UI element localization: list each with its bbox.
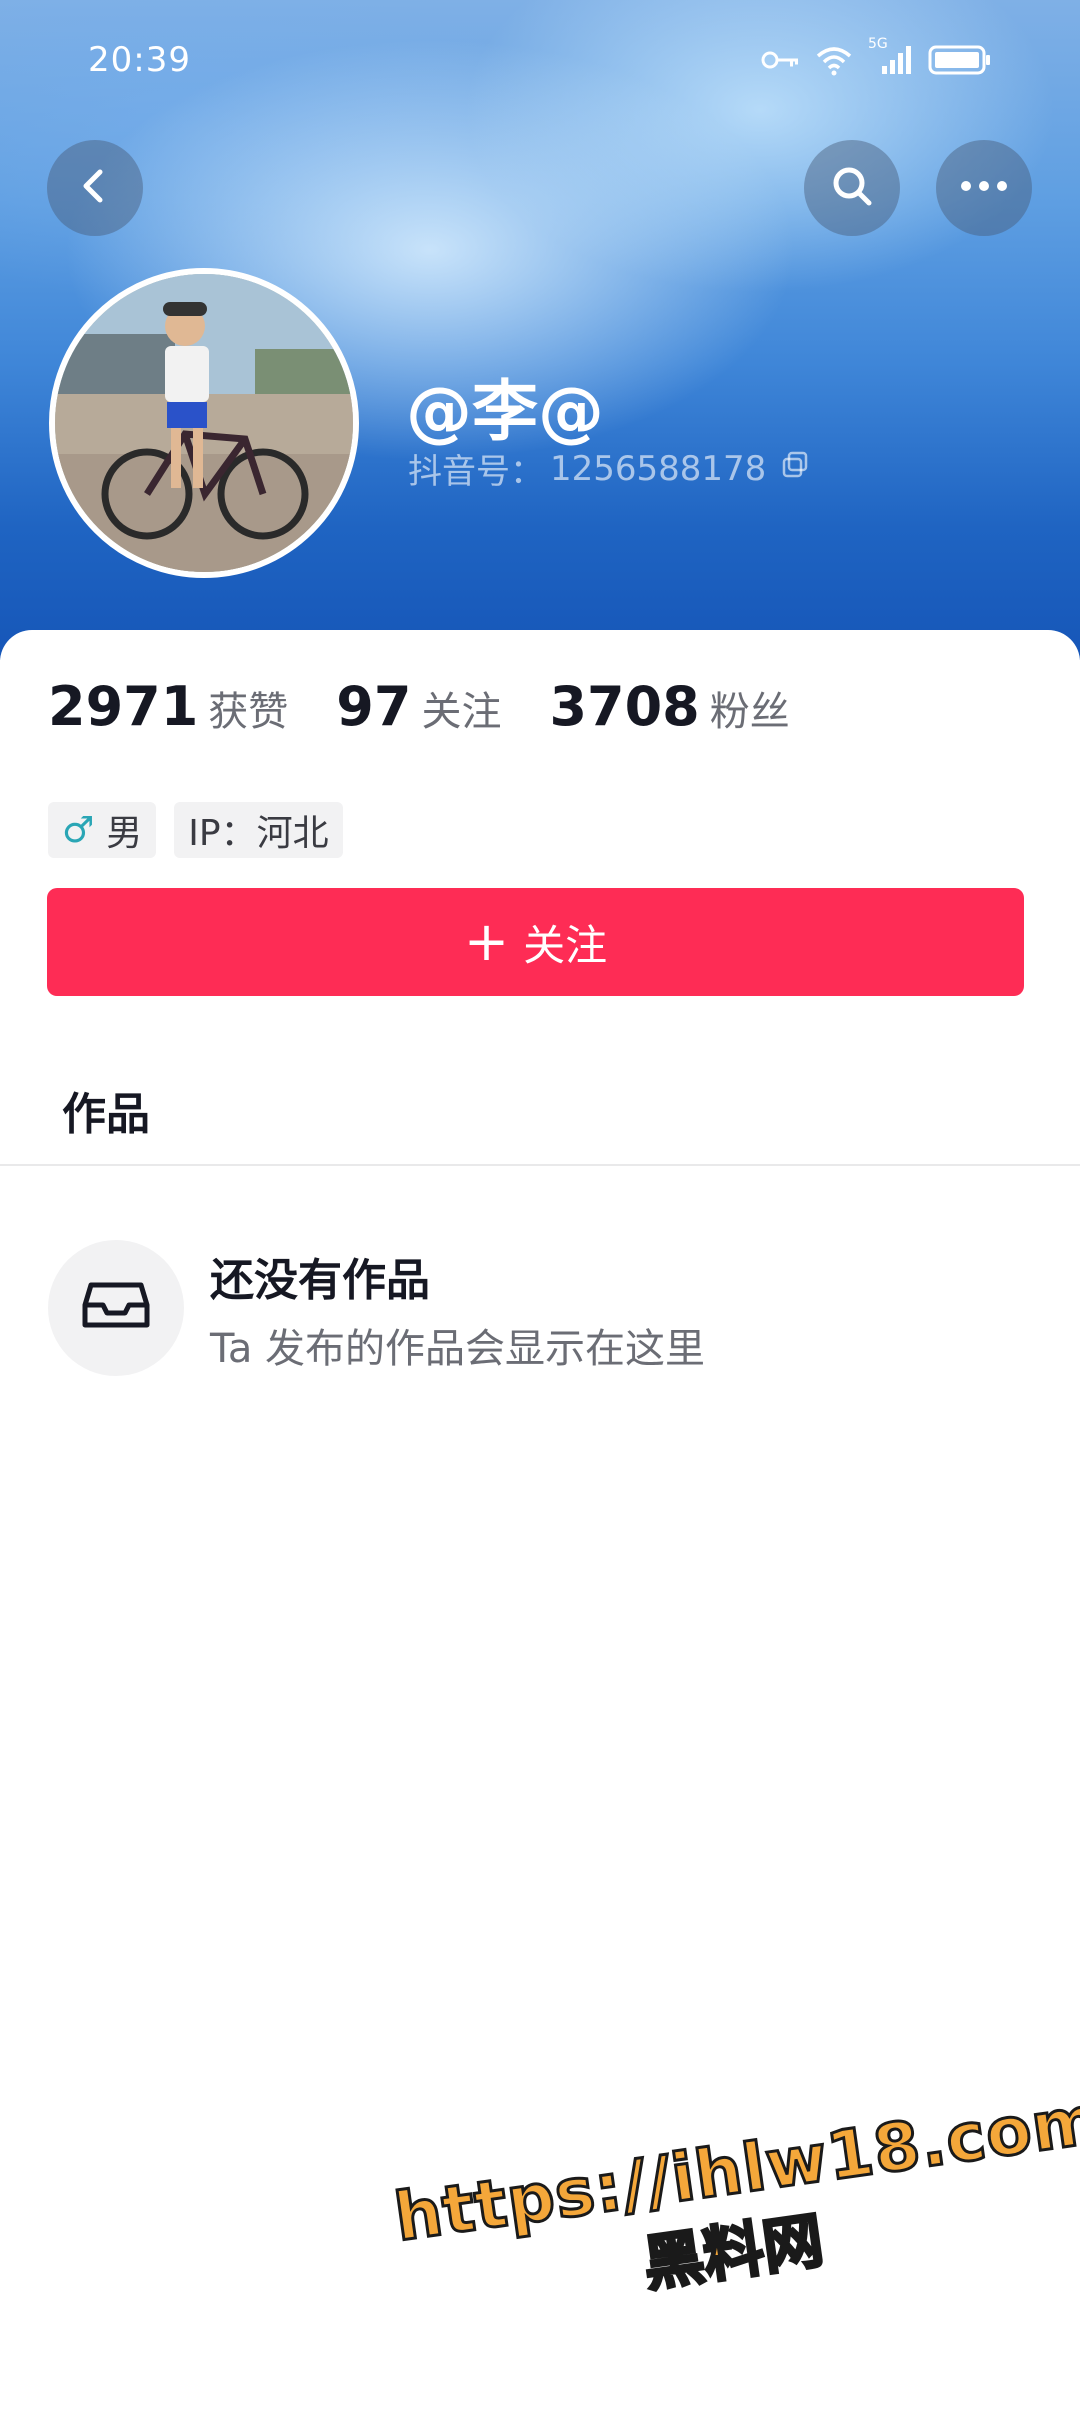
ip-location-tag: IP：河北 bbox=[174, 802, 343, 858]
back-button[interactable] bbox=[47, 140, 143, 236]
douyin-id-label: 抖音号： bbox=[408, 452, 544, 492]
douyin-id-value: 1256588178 bbox=[550, 448, 767, 489]
stat-value: 97 bbox=[336, 675, 412, 738]
search-icon bbox=[828, 162, 876, 214]
stat-value: 2971 bbox=[48, 675, 199, 738]
stat-likes[interactable]: 2971 获赞 bbox=[48, 675, 288, 738]
more-button[interactable] bbox=[936, 140, 1032, 236]
follow-button-label: 关注 bbox=[523, 920, 608, 970]
empty-state-subtitle: Ta 发布的作品会显示在这里 bbox=[210, 1326, 706, 1372]
avatar-photo bbox=[55, 274, 353, 572]
inbox-icon bbox=[81, 1281, 151, 1335]
profile-nickname: @李@ bbox=[406, 373, 604, 450]
tab-works[interactable]: 作品 bbox=[62, 1078, 150, 1142]
key-icon bbox=[760, 48, 800, 76]
douyin-id: 抖音号： 1256588178 bbox=[408, 444, 810, 493]
gender-label: 男 bbox=[106, 813, 143, 854]
stat-label: 关注 bbox=[421, 689, 502, 735]
copy-icon[interactable] bbox=[780, 449, 810, 489]
stat-label: 获赞 bbox=[208, 689, 289, 735]
empty-state-title: 还没有作品 bbox=[210, 1255, 430, 1306]
network-label: 5G bbox=[868, 36, 888, 52]
status-icons: 5G bbox=[760, 36, 992, 80]
gender-tag: ♂ 男 bbox=[48, 802, 157, 858]
empty-state-icon-wrap bbox=[48, 1240, 184, 1376]
avatar[interactable] bbox=[49, 268, 359, 578]
follow-button[interactable]: + 关注 bbox=[47, 888, 1024, 996]
tab-divider bbox=[0, 1164, 1080, 1166]
stat-following[interactable]: 97 关注 bbox=[336, 675, 501, 738]
stat-value: 3708 bbox=[549, 675, 700, 738]
more-icon bbox=[958, 178, 1010, 198]
wifi-icon bbox=[814, 44, 854, 80]
status-bar: 20:39 5G bbox=[0, 0, 1080, 120]
stat-followers[interactable]: 3708 粉丝 bbox=[549, 675, 789, 738]
profile-tags: ♂ 男 IP：河北 bbox=[48, 802, 343, 858]
male-icon: ♂ bbox=[62, 809, 95, 851]
profile-stats: 2971 获赞 97 关注 3708 粉丝 bbox=[48, 675, 838, 738]
stat-label: 粉丝 bbox=[709, 689, 790, 735]
battery-icon bbox=[928, 44, 992, 80]
search-button[interactable] bbox=[804, 140, 900, 236]
ip-location-label: IP：河北 bbox=[188, 813, 329, 854]
signal-icon: 5G bbox=[868, 36, 914, 80]
chevron-left-icon bbox=[73, 164, 117, 212]
status-time: 20:39 bbox=[88, 40, 191, 80]
plus-icon: + bbox=[463, 910, 510, 973]
